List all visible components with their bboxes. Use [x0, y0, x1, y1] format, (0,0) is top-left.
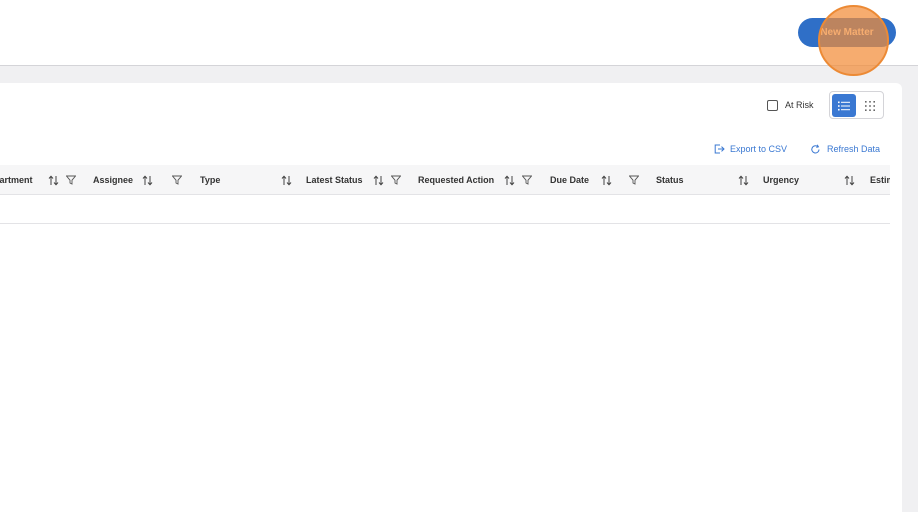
export-csv-label: Export to CSV — [730, 144, 788, 154]
sort-icon[interactable] — [280, 174, 292, 186]
column-header-latest-status[interactable]: Latest Status — [306, 165, 363, 194]
column-header-requested-action[interactable]: Requested Action — [418, 165, 494, 194]
sort-icon[interactable] — [600, 174, 612, 186]
at-risk-label: At Risk — [785, 100, 814, 110]
column-header-department[interactable]: partment — [0, 165, 33, 194]
filter-icon[interactable] — [628, 174, 640, 186]
list-view-button[interactable] — [832, 94, 856, 117]
export-csv-link[interactable]: Export to CSV — [714, 142, 787, 156]
top-bar: New Matter — [0, 0, 918, 66]
at-risk-filter[interactable]: At Risk — [767, 98, 814, 112]
filter-icon[interactable] — [171, 174, 183, 186]
grid-icon — [865, 100, 875, 111]
export-icon — [714, 144, 725, 154]
table-header: partment Assignee Type Latest Status Req… — [0, 165, 890, 195]
sort-icon[interactable] — [843, 174, 855, 186]
sort-icon[interactable] — [47, 174, 59, 186]
refresh-data-label: Refresh Data — [827, 144, 881, 154]
at-risk-checkbox[interactable] — [767, 99, 778, 111]
column-header-type[interactable]: Type — [200, 165, 220, 194]
refresh-data-link[interactable]: Refresh Data — [810, 142, 880, 156]
filter-icon[interactable] — [521, 174, 533, 186]
refresh-icon — [811, 144, 820, 153]
sort-icon[interactable] — [141, 174, 153, 186]
page-scrollbar[interactable] — [903, 66, 918, 512]
column-header-assignee[interactable]: Assignee — [93, 165, 133, 194]
column-header-estimated[interactable]: Estim — [870, 165, 890, 194]
column-header-status[interactable]: Status — [656, 165, 684, 194]
view-toggle — [829, 91, 884, 119]
table-row — [0, 195, 890, 224]
list-icon — [838, 101, 850, 110]
sort-icon[interactable] — [372, 174, 384, 186]
filter-icon[interactable] — [65, 174, 77, 186]
sort-icon[interactable] — [503, 174, 515, 186]
column-header-due-date[interactable]: Due Date — [550, 165, 589, 194]
sort-icon[interactable] — [737, 174, 749, 186]
new-matter-button[interactable]: New Matter — [798, 18, 896, 47]
column-header-urgency[interactable]: Urgency — [763, 165, 799, 194]
filter-icon[interactable] — [390, 174, 402, 186]
grid-view-button[interactable] — [858, 94, 882, 117]
